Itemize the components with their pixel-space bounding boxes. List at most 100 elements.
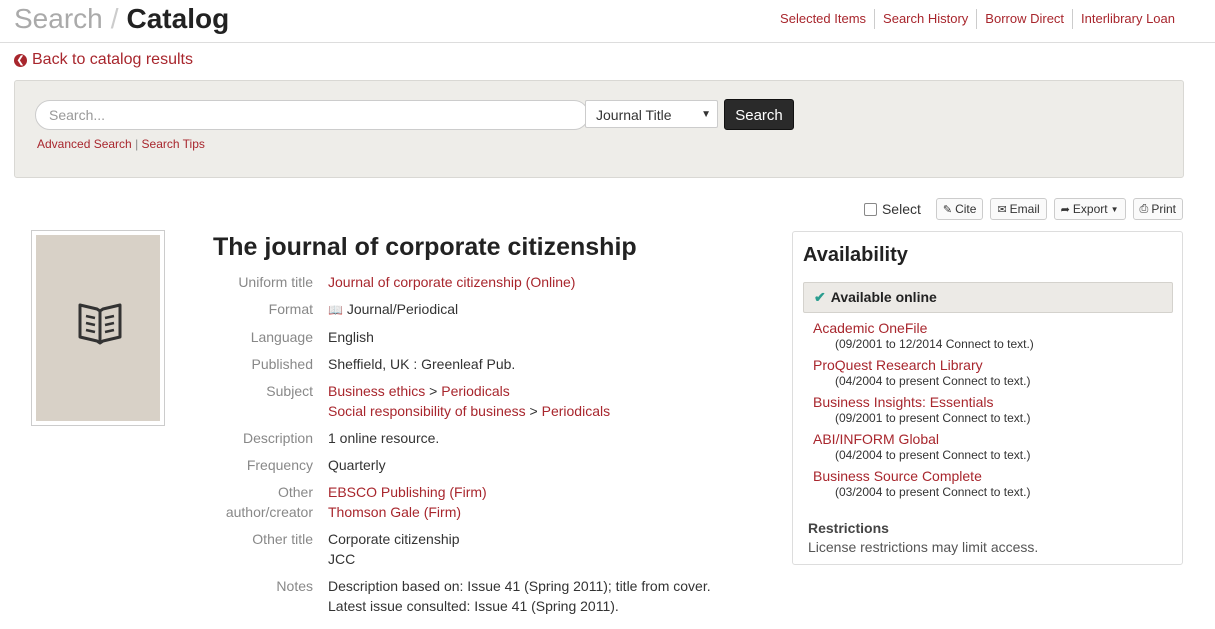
field-other-title: Other title Corporate citizenship JCC (213, 529, 783, 569)
cover-thumbnail (31, 230, 165, 426)
database-link[interactable]: Business Source Complete (813, 467, 1173, 485)
field-other-author: Other author/creator EBSCO Publishing (F… (213, 482, 783, 522)
field-label: Language (250, 329, 313, 345)
search-field-select[interactable]: Journal Title ▼ (585, 100, 718, 128)
field-label: Other title (252, 531, 313, 547)
email-button[interactable]: ✉ Email (990, 198, 1047, 220)
cite-label: Cite (955, 202, 977, 216)
checkmark-icon: ✔ (814, 289, 826, 305)
search-tips-link[interactable]: Search Tips (142, 137, 205, 151)
subject-sub-link[interactable]: Periodicals (441, 383, 509, 399)
subject-sub-link[interactable]: Periodicals (542, 403, 610, 419)
database-item: Academic OneFile (09/2001 to 12/2014 Con… (813, 319, 1173, 351)
subject-link[interactable]: Business ethics (328, 383, 425, 399)
subject-item: Business ethics > Periodicals (328, 381, 783, 401)
database-link[interactable]: Business Insights: Essentials (813, 393, 1173, 411)
database-list: Academic OneFile (09/2001 to 12/2014 Con… (813, 319, 1173, 504)
availability-panel: Availability ✔ Available online Academic … (792, 231, 1183, 565)
brand-separator: / (110, 3, 119, 34)
uniform-title-link[interactable]: Journal of corporate citizenship (Online… (328, 274, 575, 290)
caret-down-icon: ▼ (701, 109, 711, 120)
database-link[interactable]: Academic OneFile (813, 319, 1173, 337)
printer-icon: ⎙ (1139, 202, 1149, 215)
restrictions-text: License restrictions may limit access. (808, 539, 1039, 555)
author-link[interactable]: Thomson Gale (Firm) (328, 504, 461, 520)
field-label: Subject (266, 383, 313, 399)
envelope-icon: ✉ (997, 203, 1007, 216)
arrow-left-circle-icon: ❮ (14, 53, 27, 67)
database-coverage: (04/2004 to present Connect to text.) (835, 374, 1031, 388)
database-item: Business Insights: Essentials (09/2001 t… (813, 393, 1173, 425)
restrictions-heading: Restrictions (808, 520, 889, 536)
brand-title: Search / Catalog (14, 2, 229, 36)
field-uniform-title: Uniform title Journal of corporate citiz… (213, 272, 783, 292)
export-button[interactable]: ➦ Export ▼ (1053, 198, 1126, 220)
database-coverage: (09/2001 to present Connect to text.) (835, 411, 1031, 425)
frequency-value: Quarterly (328, 457, 386, 473)
cite-button[interactable]: ✎ Cite (935, 198, 984, 220)
pencil-icon: ✎ (942, 203, 953, 216)
advanced-search-link[interactable]: Advanced Search (37, 137, 132, 151)
database-coverage: (09/2001 to 12/2014 Connect to text.) (835, 337, 1034, 351)
field-label: Frequency (246, 457, 313, 473)
database-coverage: (04/2004 to present Connect to text.) (835, 448, 1031, 462)
field-label: Format (268, 301, 313, 317)
database-item: Business Source Complete (03/2004 to pre… (813, 467, 1173, 499)
field-label-line: Other (277, 484, 313, 500)
share-icon: ➦ (1060, 203, 1070, 216)
published-value: Sheffield, UK : Greenleaf Pub. (328, 356, 516, 372)
top-nav: Selected Items Search History Borrow Dir… (772, 9, 1183, 29)
nav-selected-items[interactable]: Selected Items (772, 9, 874, 29)
select-checkbox[interactable]: Select (863, 201, 921, 217)
author-link[interactable]: EBSCO Publishing (Firm) (328, 484, 487, 500)
nav-search-history[interactable]: Search History (874, 9, 976, 29)
search-input[interactable]: Search... (35, 100, 589, 130)
description-value: 1 online resource. (328, 430, 440, 446)
back-link-label: Back to catalog results (32, 51, 193, 68)
field-subject: Subject Business ethics > Periodicals So… (213, 381, 783, 421)
format-value: Journal/Periodical (346, 301, 459, 317)
field-notes: Notes Description based on: Issue 41 (Sp… (213, 576, 783, 616)
availability-heading: Availability (803, 244, 908, 266)
book-icon: 📖 (328, 303, 343, 317)
nav-interlibrary-loan[interactable]: Interlibrary Loan (1072, 9, 1183, 29)
search-button[interactable]: Search (724, 99, 794, 130)
restrictions: Restrictions License restrictions may li… (808, 519, 1038, 557)
search-field-selected: Journal Title (596, 107, 672, 123)
database-item: ABI/INFORM Global (04/2004 to present Co… (813, 430, 1173, 462)
email-label: Email (1009, 202, 1040, 216)
language-value: English (328, 329, 374, 345)
subject-link[interactable]: Social responsibility of business (328, 403, 526, 419)
page-header: Search / Catalog Selected Items Search His… (0, 0, 1215, 43)
back-to-results-link[interactable]: ❮ Back to catalog results (14, 51, 193, 69)
print-label: Print (1151, 202, 1176, 216)
other-title-value: Corporate citizenship (328, 531, 460, 547)
other-title-value: JCC (328, 551, 356, 567)
subject-separator: > (529, 403, 538, 419)
open-book-icon (78, 303, 122, 345)
search-panel: Search... Journal Title ▼ Search Advance… (14, 80, 1184, 178)
database-link[interactable]: ABI/INFORM Global (813, 430, 1173, 448)
checkbox-icon (863, 202, 877, 216)
availability-status-label: Available online (830, 289, 937, 305)
cover-placeholder (36, 235, 160, 421)
field-label: Notes (276, 578, 313, 594)
select-label: Select (881, 201, 921, 217)
field-label-line: author/creator (225, 504, 313, 520)
database-item: ProQuest Research Library (04/2004 to pr… (813, 356, 1173, 388)
subject-separator: > (429, 383, 438, 399)
record-toolbar: Select ✎ Cite ✉ Email ➦ Export ▼ ⎙ Print (863, 198, 1183, 220)
brand-catalog[interactable]: Catalog (127, 3, 230, 34)
field-label: Published (251, 356, 314, 372)
database-link[interactable]: ProQuest Research Library (813, 356, 1173, 374)
field-published: Published Sheffield, UK : Greenleaf Pub. (213, 354, 783, 374)
field-label: Other author/creator (213, 482, 328, 522)
field-description: Description 1 online resource. (213, 428, 783, 448)
field-frequency: Frequency Quarterly (213, 455, 783, 475)
nav-borrow-direct[interactable]: Borrow Direct (976, 9, 1072, 29)
brand-search[interactable]: Search (14, 3, 103, 34)
caret-down-icon: ▼ (1110, 204, 1119, 214)
print-button[interactable]: ⎙ Print (1132, 198, 1183, 220)
note-value: Description based on: Issue 41 (Spring 2… (328, 578, 711, 594)
database-coverage: (03/2004 to present Connect to text.) (835, 485, 1031, 499)
